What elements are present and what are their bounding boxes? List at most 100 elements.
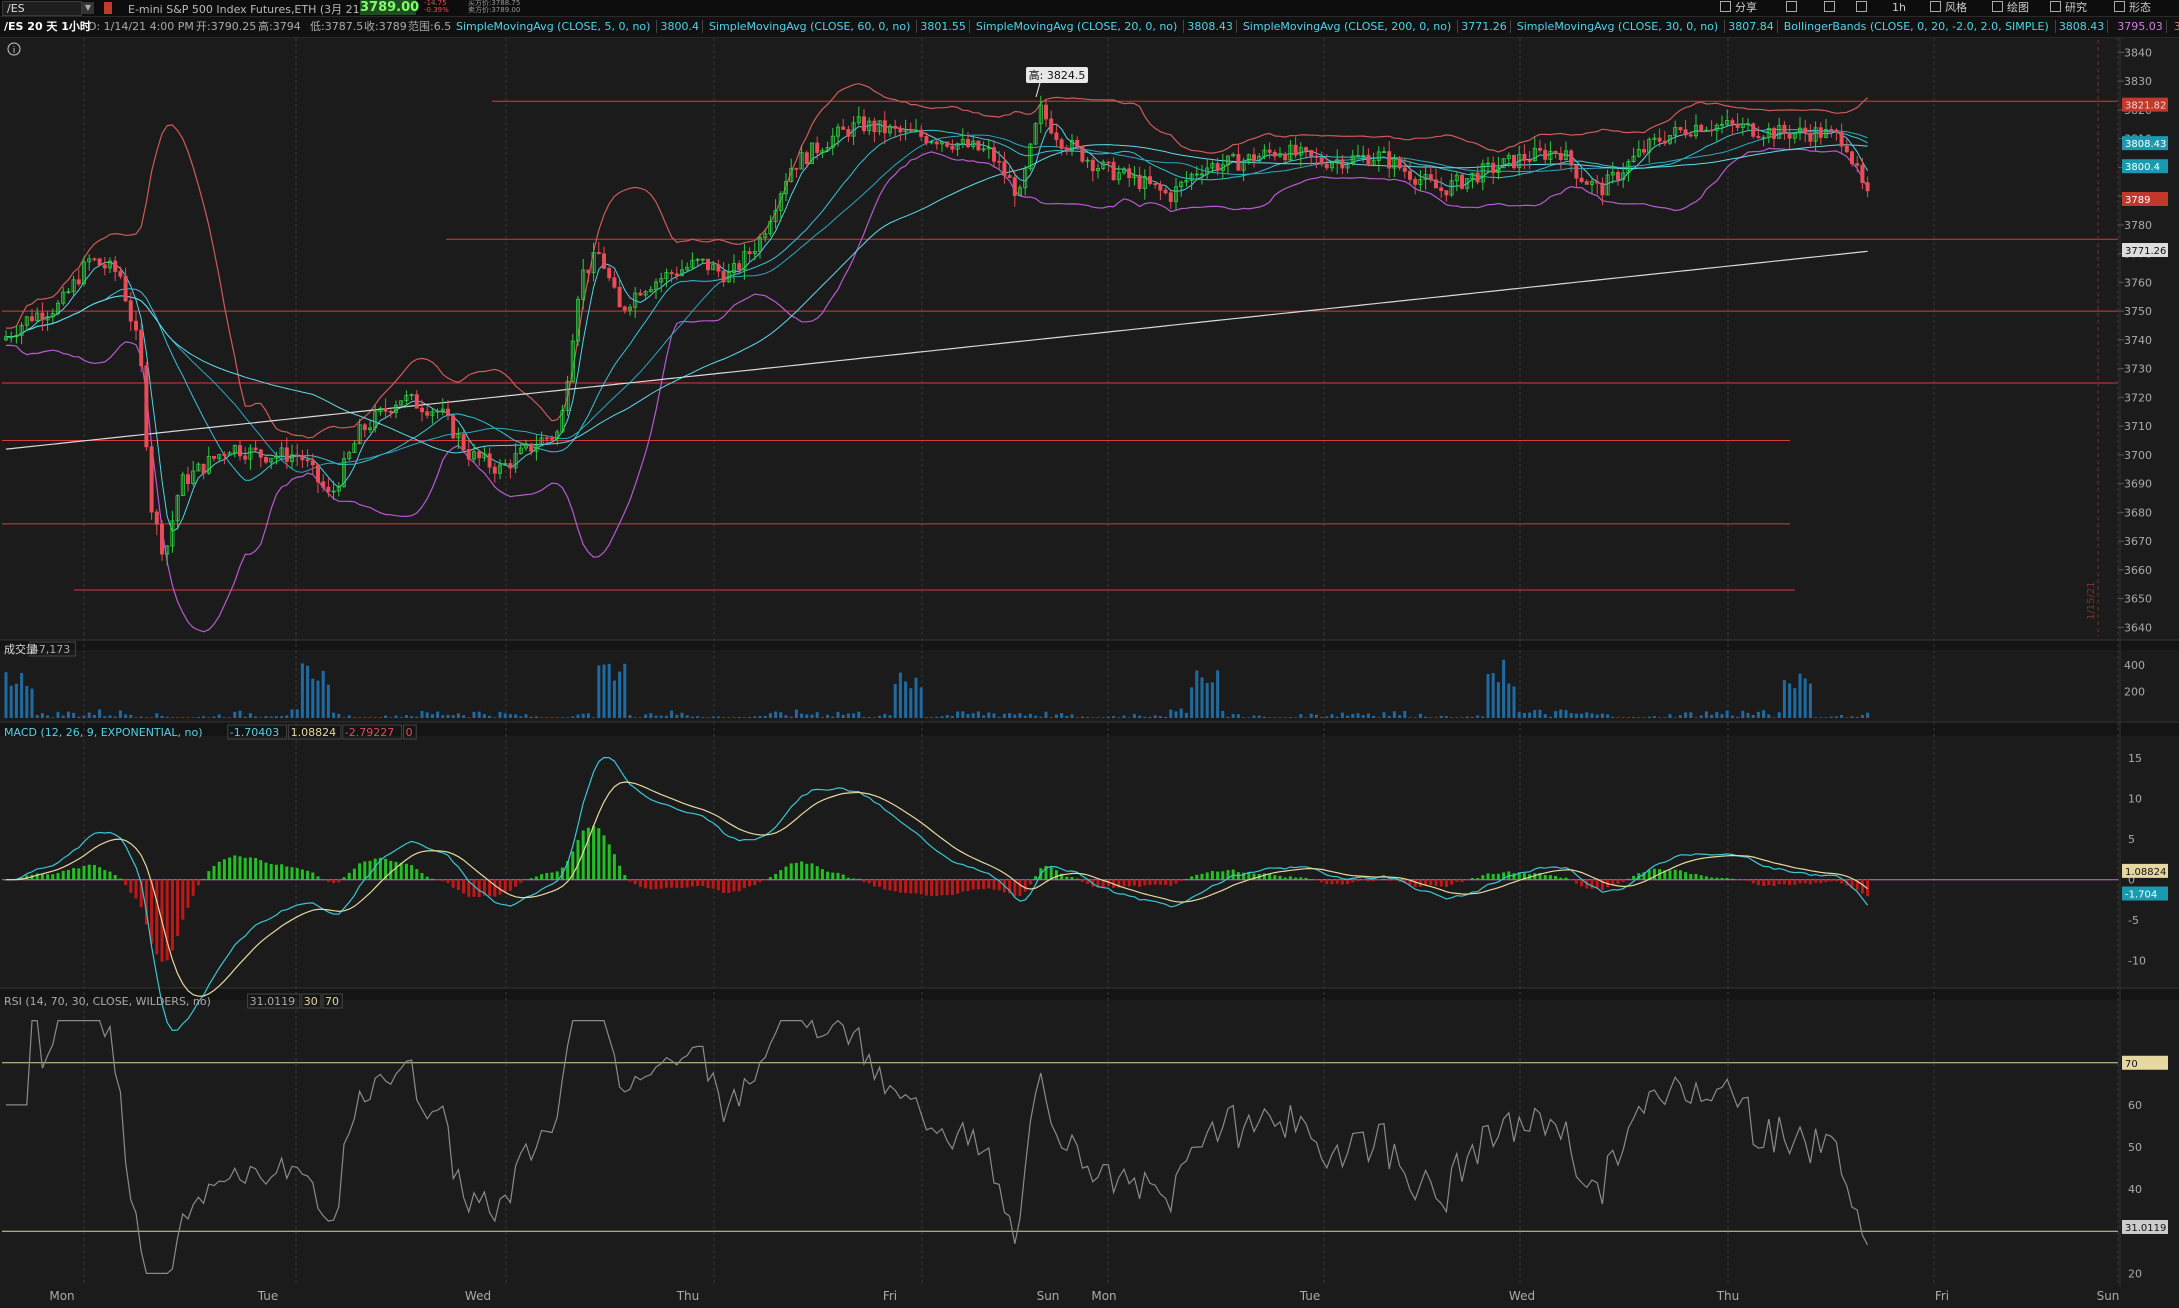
candle-body (1803, 127, 1808, 134)
candle-body (326, 486, 331, 492)
pane-header-text[interactable]: RSI (14, 70, 30, CLOSE, WILDERS, no) (4, 995, 211, 1008)
macd-histogram-bar (1678, 870, 1682, 880)
volume-bar (810, 714, 814, 718)
info-icon-glyph: i (13, 46, 16, 56)
macd-histogram-bar (1704, 876, 1708, 880)
volume-bar (1616, 717, 1620, 718)
volume-bar (1517, 712, 1521, 718)
volume-bar (254, 716, 258, 718)
macd-histogram-bar (441, 879, 445, 882)
volume-bar (196, 716, 200, 718)
pane-header-text[interactable]: MACD (12, 26, 9, EXPONENTIAL, no) (4, 726, 203, 739)
candle-body (1304, 147, 1309, 151)
candle-body (1600, 182, 1605, 196)
candle-body (747, 251, 752, 255)
candle-body (950, 145, 955, 150)
volume-bar (716, 716, 720, 718)
macd-histogram-bar (836, 872, 840, 880)
volume-bar (72, 712, 76, 718)
macd-histogram-bar (300, 869, 304, 880)
candle-body (1293, 144, 1298, 156)
candle-body (1012, 177, 1017, 197)
pane-header-text[interactable]: -1.70403 (230, 726, 279, 739)
candle-body (102, 264, 107, 269)
macd-histogram-bar (238, 856, 242, 880)
volume-bar (1366, 713, 1370, 718)
macd-badge-text: -1.704 (2125, 890, 2157, 901)
macd-histogram-bar (898, 879, 902, 893)
volume-bar (1762, 710, 1766, 718)
price-tick-label: 3740 (2124, 334, 2152, 347)
volume-bar (1450, 717, 1454, 718)
pane-header-text[interactable]: 30 (304, 995, 318, 1008)
candle-body (1309, 150, 1314, 157)
macd-histogram-bar (878, 879, 882, 887)
chart-canvas[interactable]: 1/15/21 高: 3824.5 Mon Tue Wed Thu Fri Sun Mon Tu… (0, 0, 2179, 1308)
macd-histogram-bar (191, 879, 195, 896)
volume-bar (1112, 716, 1116, 718)
candle-body (1049, 118, 1054, 134)
volume-bar (1054, 714, 1058, 718)
pane-header-text[interactable]: 1.08824 (291, 726, 337, 739)
macd-histogram-bar (618, 865, 622, 880)
macd-histogram-bar (612, 854, 616, 880)
pane-header-text[interactable]: 47,173 (32, 643, 71, 656)
candle-body (607, 268, 612, 279)
volume-bar (1200, 677, 1204, 718)
volume-bar (1028, 713, 1032, 718)
macd-histogram-bar (774, 873, 778, 880)
macd-histogram-bar (867, 879, 871, 884)
volume-bar (347, 715, 351, 718)
candle-body (1064, 147, 1069, 151)
macd-histogram-bar (493, 879, 497, 897)
candle-body (945, 141, 950, 147)
volume-bar (46, 715, 50, 718)
macd-histogram-bar (269, 863, 273, 880)
macd-histogram-bar (456, 879, 460, 891)
candle-body (118, 271, 123, 277)
pane-header-text[interactable]: -2.79227 (345, 726, 394, 739)
candle-body (794, 167, 799, 170)
macd-histogram-bar (254, 857, 258, 880)
volume-bar (436, 711, 440, 718)
volume-bar (997, 716, 1001, 718)
rsi-tick-label: 50 (2128, 1141, 2142, 1154)
macd-histogram-bar (1439, 879, 1443, 887)
candle-body (550, 437, 555, 440)
pane-header-text[interactable]: 70 (325, 995, 339, 1008)
bollinger-upper (6, 83, 1869, 439)
macd-histogram-bar (425, 876, 429, 880)
volume-bar (1808, 683, 1812, 718)
macd-histogram-bar (732, 879, 736, 892)
volume-bar (202, 716, 206, 718)
volume-bar (961, 711, 965, 718)
macd-histogram-bar (1465, 879, 1469, 881)
candle-body (586, 269, 591, 274)
volume-bar (852, 713, 856, 718)
volume-bar (685, 715, 689, 718)
pane-header-text[interactable]: 31.0119 (250, 995, 296, 1008)
macd-histogram-bar (1460, 879, 1464, 882)
macd-histogram-bar (1143, 879, 1147, 886)
price-tick-label: 3680 (2124, 506, 2152, 519)
volume-bar (1559, 709, 1563, 718)
volume-bar (170, 717, 174, 718)
volume-bar (919, 687, 923, 718)
candle-body (1642, 149, 1647, 153)
volume-bar (1351, 713, 1355, 718)
volume-bar (1091, 717, 1095, 718)
macd-histogram-bar (1273, 875, 1277, 880)
volume-bar (1751, 714, 1755, 718)
pane-header-text[interactable]: 0 (406, 726, 413, 739)
macd-histogram-bar (1361, 879, 1365, 881)
candle-body (1408, 171, 1413, 180)
macd-histogram-bar (1174, 879, 1178, 884)
price-badge-text: 3789 (2125, 195, 2150, 206)
volume-bar (363, 717, 367, 718)
volume-bar (228, 717, 232, 718)
volume-bar (514, 714, 518, 718)
pane-separator[interactable] (0, 640, 2179, 650)
volume-bar (1486, 674, 1490, 718)
volume-bar (1361, 715, 1365, 718)
macd-histogram-bar (763, 879, 767, 881)
